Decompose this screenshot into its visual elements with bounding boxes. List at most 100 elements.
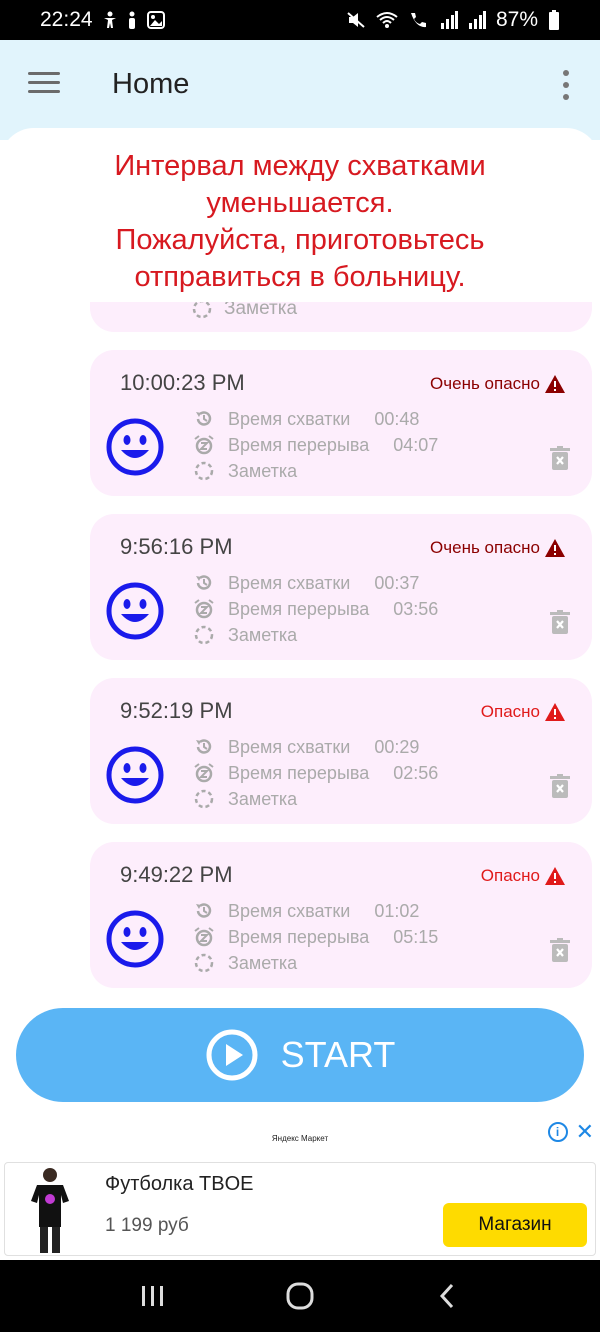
back-icon[interactable]	[427, 1276, 467, 1316]
risk-label: Опасно	[480, 702, 540, 721]
smiley-icon	[106, 582, 164, 640]
break-row: Время перерыва 02:56	[194, 762, 438, 784]
record-card[interactable]: 10:00:23 PM Очень опасно Время схватки 0…	[90, 350, 592, 496]
break-row: Время перерыва 04:07	[194, 434, 438, 456]
break-row: Время перерыва 03:56	[194, 598, 438, 620]
warning-line: отправиться в больницу.	[134, 261, 466, 293]
contraction-value: 00:48	[374, 408, 420, 429]
mute-icon	[347, 12, 365, 28]
note-row[interactable]: Заметка	[194, 952, 438, 974]
note-row[interactable]: Заметка	[194, 788, 438, 810]
history-icon	[196, 739, 212, 754]
warning-line: Пожалуйста, приготовьтесь	[115, 224, 485, 256]
signal-icon	[440, 11, 458, 29]
break-value: 03:56	[393, 598, 439, 619]
record-details: Время схватки 00:37 Время перерыва 03:56…	[194, 572, 438, 646]
snooze-icon	[194, 763, 214, 783]
contraction-value: 01:02	[374, 900, 420, 921]
signal-icon	[468, 11, 486, 29]
shop-button[interactable]: Магазин	[443, 1203, 587, 1247]
warning-triangle-icon	[545, 703, 565, 721]
smiley-icon	[106, 418, 164, 476]
start-label: START	[280, 1034, 396, 1075]
record-card[interactable]: 9:52:19 PM Опасно Время схватки 00:29 Вр…	[90, 678, 592, 824]
recents-icon[interactable]	[133, 1276, 173, 1316]
break-label: Время перерыва	[228, 434, 370, 455]
delete-icon[interactable]	[550, 938, 570, 962]
note-label: Заметка	[228, 624, 298, 645]
note-icon	[194, 789, 214, 809]
risk-label: Очень опасно	[430, 374, 540, 393]
status-time: 22:24	[40, 8, 93, 31]
record-card[interactable]: 9:56:16 PM Очень опасно Время схватки 00…	[90, 514, 592, 660]
break-label: Время перерыва	[228, 762, 370, 783]
record-time: 9:56:16 PM	[120, 534, 233, 559]
contraction-label: Время схватки	[228, 736, 351, 757]
note-label: Заметка	[228, 460, 298, 481]
break-label: Время перерыва	[228, 926, 370, 947]
risk-label: Очень опасно	[430, 538, 540, 557]
ad-controls: i ✕	[547, 1121, 594, 1143]
ad-banner[interactable]: Яндекс Маркет i ✕ Футболка TBOE 1 199 ру…	[0, 1118, 600, 1260]
note-row[interactable]: Заметка	[194, 460, 438, 482]
break-value: 05:15	[393, 926, 439, 947]
note-icon	[194, 625, 214, 645]
system-nav-bar	[0, 1260, 600, 1332]
record-card[interactable]: 9:49:22 PM Опасно Время схватки 01:02 Вр…	[90, 842, 592, 988]
battery-icon	[549, 10, 559, 30]
note-icon	[194, 953, 214, 973]
note-row[interactable]: Заметка	[194, 624, 438, 646]
break-row: Время перерыва 05:15	[194, 926, 438, 948]
note-label: Заметка	[228, 952, 298, 973]
note-icon	[194, 461, 214, 481]
history-icon	[196, 903, 212, 918]
status-bar: 22:24 87%	[0, 0, 600, 40]
smiley-icon	[106, 910, 164, 968]
note-icon	[192, 299, 212, 319]
record-time: 9:49:22 PM	[120, 862, 233, 887]
record-details: Время схватки 00:48 Время перерыва 04:07…	[194, 408, 438, 482]
contraction-row: Время схватки 00:48	[194, 408, 438, 430]
warning-line: уменьшается.	[206, 187, 394, 219]
start-button[interactable]: START	[16, 1008, 584, 1102]
contraction-value: 00:29	[374, 736, 420, 757]
record-time: 10:00:23 PM	[120, 370, 245, 395]
gallery-icon	[146, 11, 165, 29]
note-label: Заметка	[228, 788, 298, 809]
warning-triangle-icon	[545, 375, 565, 393]
tshirt-model-image	[31, 1168, 69, 1253]
contraction-value: 00:37	[374, 572, 420, 593]
ad-info-icon[interactable]: i	[547, 1122, 568, 1142]
ad-price: 1 199 руб	[105, 1215, 189, 1236]
delete-icon[interactable]	[550, 446, 570, 470]
delete-icon[interactable]	[550, 610, 570, 634]
page-title: Home	[112, 68, 190, 100]
ad-content[interactable]: Футболка TBOE 1 199 руб Магазин	[4, 1162, 596, 1256]
break-label: Время перерыва	[228, 598, 370, 619]
risk-label: Опасно	[480, 866, 540, 885]
ad-brand: Яндекс Маркет	[271, 1134, 329, 1143]
person-icon	[128, 11, 135, 29]
risk-badge: Опасно	[481, 702, 566, 722]
snooze-icon	[194, 435, 214, 455]
accessibility-icon	[103, 11, 116, 28]
warning-line: Интервал между схватками	[114, 150, 486, 182]
history-icon	[196, 411, 212, 426]
contraction-row: Время схватки 00:29	[194, 736, 438, 758]
home-icon[interactable]	[280, 1276, 320, 1316]
risk-badge: Очень опасно	[430, 538, 566, 558]
play-icon	[206, 1029, 258, 1081]
contraction-row: Время схватки 00:37	[194, 572, 438, 594]
ad-close-icon[interactable]: ✕	[576, 1121, 594, 1143]
contraction-label: Время схватки	[228, 572, 351, 593]
delete-icon[interactable]	[550, 774, 570, 798]
menu-icon[interactable]	[28, 72, 60, 96]
record-time: 9:52:19 PM	[120, 698, 233, 723]
more-options-icon[interactable]	[560, 70, 572, 100]
contraction-list[interactable]: Интервал между схватками уменьшается. По…	[0, 128, 600, 1118]
contraction-row: Время схватки 01:02	[194, 900, 438, 922]
app-bar: Home	[0, 40, 600, 140]
smiley-icon	[106, 746, 164, 804]
snooze-icon	[194, 927, 214, 947]
ad-title: Футболка TBOE	[105, 1173, 254, 1195]
